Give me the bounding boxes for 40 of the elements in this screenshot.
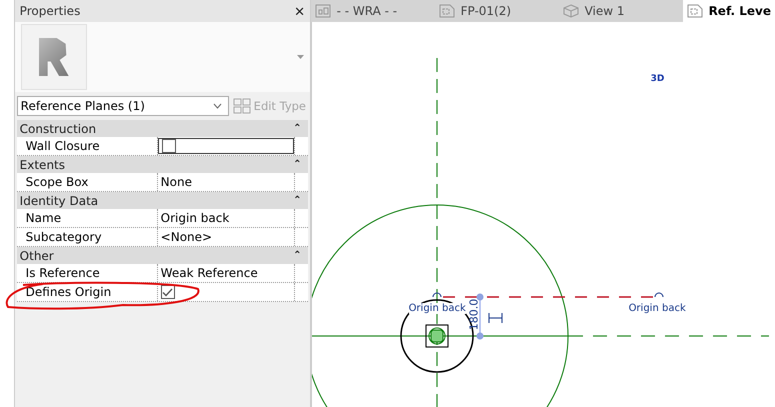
type-selector[interactable]: Reference Planes (1) xyxy=(16,96,229,116)
edit-type-icon xyxy=(232,98,251,114)
plane-label: Origin back xyxy=(408,303,466,314)
property-label: Is Reference xyxy=(16,264,158,282)
view-tab[interactable]: - - WRA - - xyxy=(310,0,435,22)
dimension-line xyxy=(476,294,484,340)
property-label: Name xyxy=(16,209,158,227)
cube-icon xyxy=(562,3,579,19)
group-header[interactable]: Other ⌃ xyxy=(16,247,308,264)
lock-icon[interactable] xyxy=(488,312,502,324)
view-label: 3D xyxy=(650,74,664,84)
sheet-icon xyxy=(686,3,703,19)
view-tab[interactable]: View 1 xyxy=(558,0,683,22)
plane-label: Origin back xyxy=(628,303,686,314)
checkbox[interactable] xyxy=(162,139,176,153)
dimension-value[interactable]: 180.0 xyxy=(466,298,480,330)
sheet-icon xyxy=(438,3,455,19)
group-header[interactable]: Construction ⌃ xyxy=(16,120,308,137)
property-label: Defines Origin xyxy=(16,283,158,301)
property-label: Subcategory xyxy=(16,228,158,246)
dropdown-arrow-icon[interactable] xyxy=(296,55,304,59)
property-value[interactable]: None xyxy=(158,173,294,191)
floor-plan-icon xyxy=(314,3,331,19)
panel-title: Properties xyxy=(20,4,80,18)
property-label: Scope Box xyxy=(16,173,158,191)
plane-end-marker xyxy=(654,292,664,298)
property-value[interactable]: Origin back xyxy=(158,209,294,227)
group-header[interactable]: Extents ⌃ xyxy=(16,156,308,173)
property-label: Wall Closure xyxy=(16,137,158,155)
property-value[interactable]: <None> xyxy=(158,228,294,246)
checkbox[interactable] xyxy=(160,285,175,299)
view-tab[interactable]: Ref. Leve xyxy=(682,0,775,22)
close-button[interactable]: × xyxy=(292,2,307,20)
column-symbol xyxy=(425,324,448,348)
chevron-down-icon xyxy=(212,103,222,109)
group-header[interactable]: Identity Data ⌃ xyxy=(16,192,308,209)
plane-end-marker xyxy=(432,292,442,298)
view-tab[interactable]: FP-01(2) xyxy=(434,0,559,22)
property-value-field[interactable] xyxy=(158,138,294,154)
property-value[interactable]: Weak Reference xyxy=(158,264,294,282)
